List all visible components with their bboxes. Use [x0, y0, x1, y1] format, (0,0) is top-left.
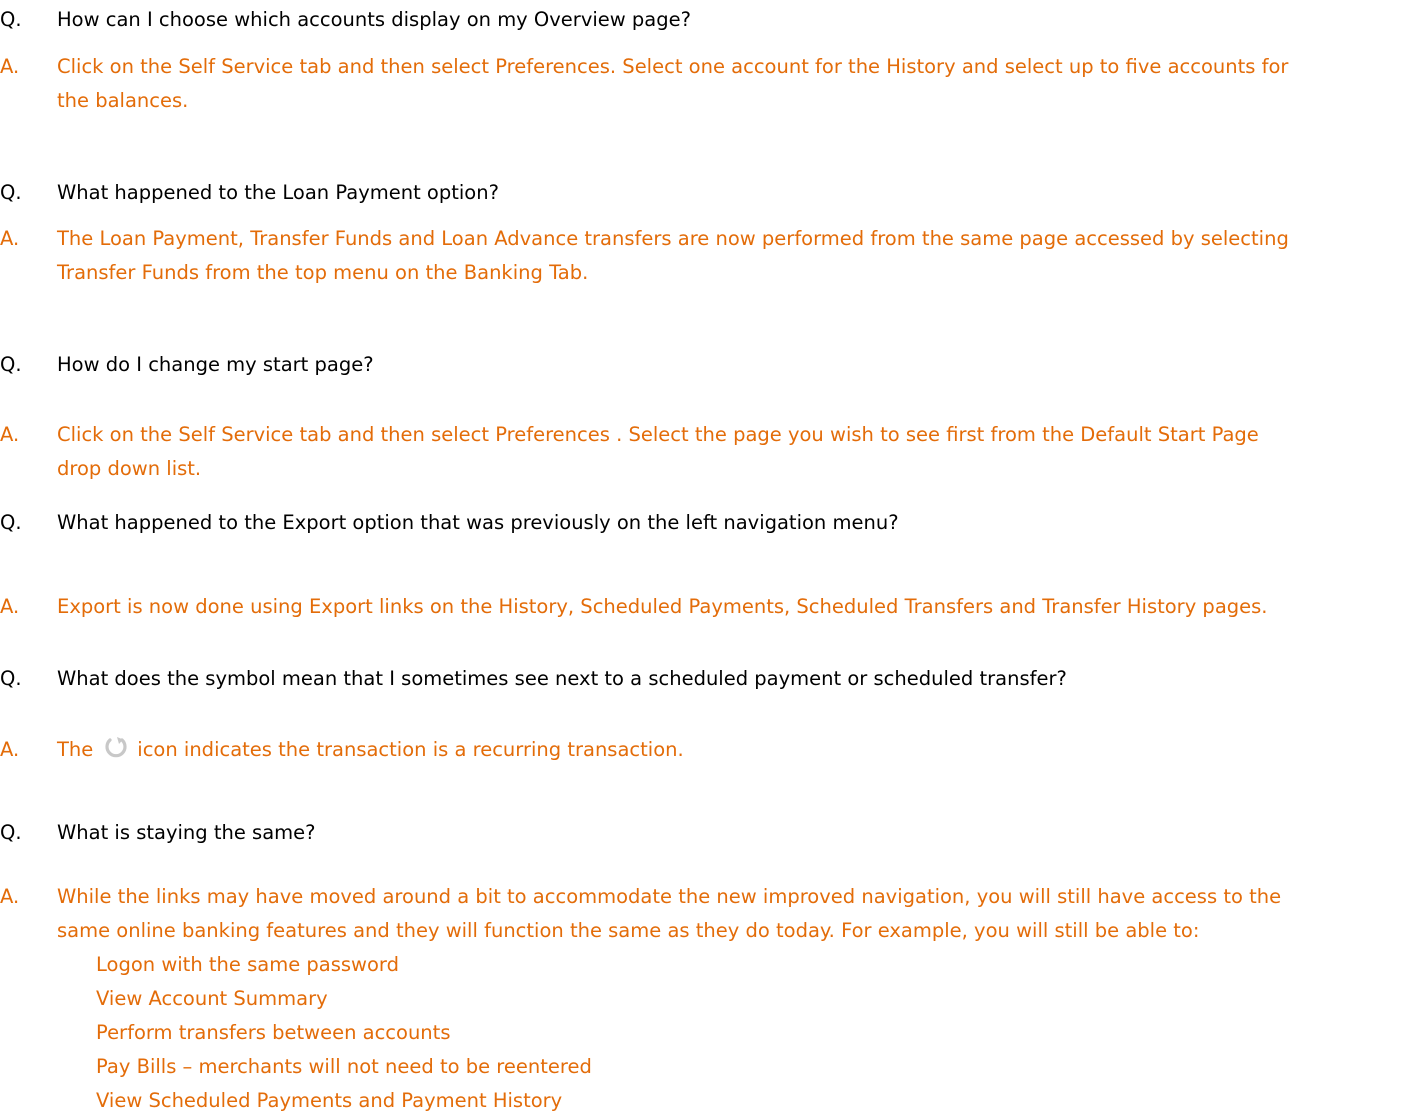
question: Q. How do I change my start page?	[0, 353, 374, 376]
list-item: Pay Bills – merchants will not need to b…	[96, 1055, 592, 1078]
answer-2: A. The Loan Payment, Transfer Funds and L…	[0, 227, 1289, 284]
list-item: View Account Summary	[96, 987, 328, 1010]
list-item: Perform transfers between accounts	[96, 1021, 451, 1044]
faq-item-4: Q. What happened to the Export option tha…	[0, 506, 1419, 540]
question: Q. How can I choose which accounts displa…	[0, 8, 691, 31]
list-item: Logon with the same password	[96, 953, 399, 976]
list-item: View Scheduled Payments and Payment Hist…	[96, 1089, 563, 1112]
faq-item-2: Q. What happened to the Loan Payment opti…	[0, 176, 1419, 210]
question: Q. What is staying the same?	[0, 821, 316, 844]
answer-1: A. Click on the Self Service tab and then…	[0, 55, 1289, 112]
answer-4: A. Export is now done using Export links …	[0, 595, 1268, 618]
answer-3: A. Click on the Self Service tab and then…	[0, 423, 1259, 480]
question: Q. What happened to the Export option tha…	[0, 511, 899, 534]
question: Q. What happened to the Loan Payment opti…	[0, 181, 499, 204]
faq-item-1: Q. How can I choose which accounts displa…	[0, 3, 1419, 37]
faq-item-3: Q. How do I change my start page?	[0, 348, 1419, 382]
answer-6: A. While the links may have moved around …	[0, 880, 1419, 1118]
faq-item-5: Q. What does the symbol mean that I somet…	[0, 662, 1419, 696]
question: Q. What does the symbol mean that I somet…	[0, 667, 1067, 690]
answer-5: A. The icon indicates the transaction is a…	[0, 733, 1419, 767]
recurring-icon	[103, 734, 129, 760]
faq-item-6: Q. What is staying the same?	[0, 816, 1419, 850]
